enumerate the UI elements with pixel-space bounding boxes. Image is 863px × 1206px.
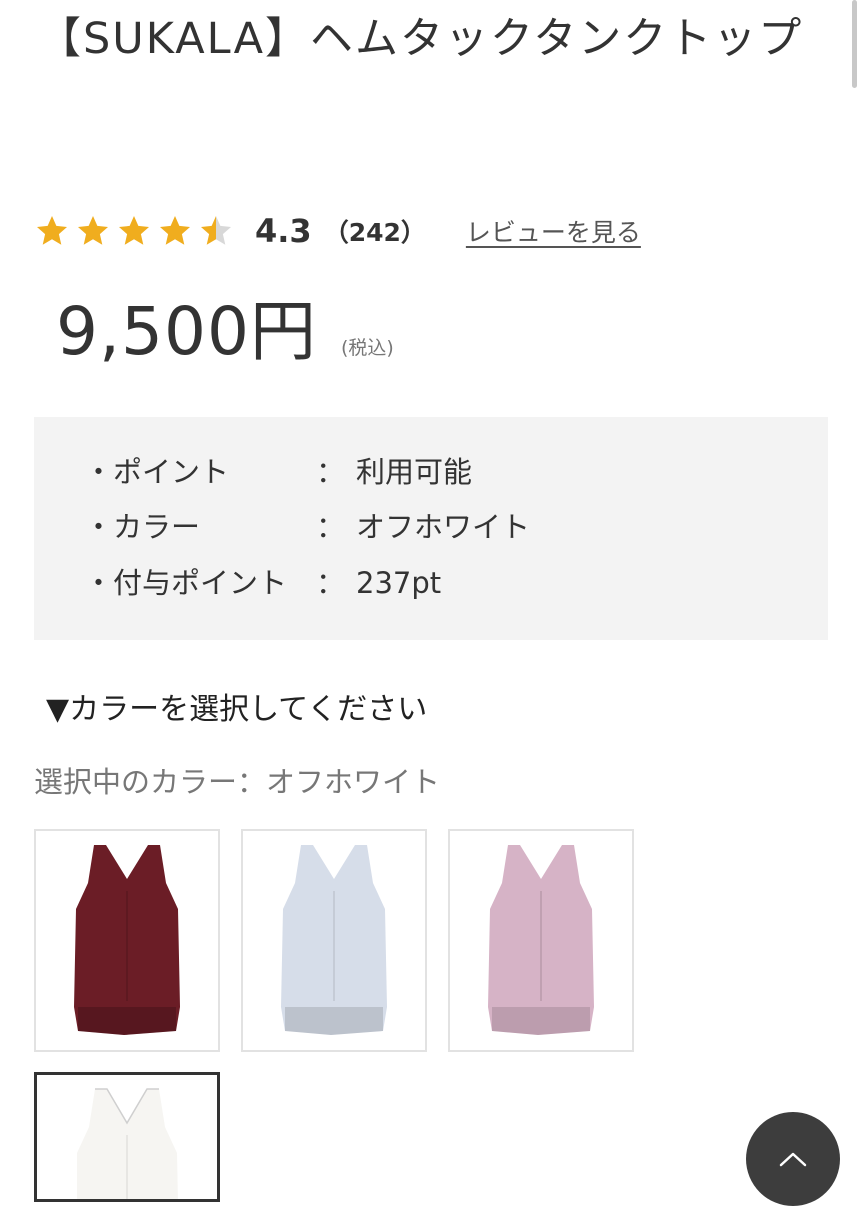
- info-row-color: ・カラー ： オフホワイト: [84, 507, 530, 547]
- review-count: （242）: [323, 218, 426, 247]
- chevron-up-icon: [779, 1152, 807, 1167]
- info-colon: ：: [316, 566, 346, 600]
- star-icon: [119, 216, 149, 245]
- rating-stars: [34, 213, 239, 249]
- rating-score: 4.3: [255, 212, 312, 250]
- info-colon: ：: [316, 455, 346, 489]
- tank-top-image: [281, 845, 387, 1035]
- back-to-top-button[interactable]: [746, 1112, 840, 1206]
- color-swatch-off-white[interactable]: [34, 1072, 220, 1202]
- scrollbar[interactable]: [852, 0, 857, 88]
- tank-top-image: [77, 1088, 178, 1199]
- info-value: 利用可能: [356, 455, 473, 489]
- info-label: ・付与ポイント: [84, 566, 288, 600]
- color-swatch-pink[interactable]: [448, 829, 634, 1052]
- color-swatch-light-blue[interactable]: [241, 829, 427, 1052]
- info-row-points: ・ポイント ： 利用可能: [84, 452, 472, 492]
- info-value: 237pt: [356, 566, 442, 600]
- star-icon: [160, 216, 190, 245]
- product-info-box: ・ポイント ： 利用可能 ・カラー ： オフホワイト ・付与ポイント ： 237…: [34, 417, 828, 640]
- star-icon: [78, 216, 108, 245]
- price-row: 9,500円 (税込): [56, 278, 394, 374]
- info-row-earned-points: ・付与ポイント ： 237pt: [84, 563, 441, 603]
- half-star-icon: [201, 216, 231, 245]
- rating-row: 4.3 （242） レビューを見る: [34, 203, 641, 259]
- tank-top-image: [74, 845, 180, 1035]
- info-label: ・ポイント: [84, 455, 230, 489]
- info-label: ・カラー: [84, 510, 201, 544]
- selected-color-text: 選択中のカラー：オフホワイト: [34, 765, 441, 799]
- star-icon: [37, 216, 67, 245]
- product-title: 【SUKALA】ヘムタックタンクトップ: [38, 14, 804, 64]
- color-swatch-burgundy[interactable]: [34, 829, 220, 1052]
- color-select-heading: ▼カラーを選択してください: [46, 692, 428, 727]
- info-value: オフホワイト: [356, 510, 531, 544]
- tax-note: (税込): [340, 337, 394, 359]
- tank-top-image: [488, 845, 594, 1035]
- info-colon: ：: [316, 510, 346, 544]
- view-reviews-link[interactable]: レビューを見る: [466, 213, 641, 249]
- price: 9,500円: [56, 293, 317, 370]
